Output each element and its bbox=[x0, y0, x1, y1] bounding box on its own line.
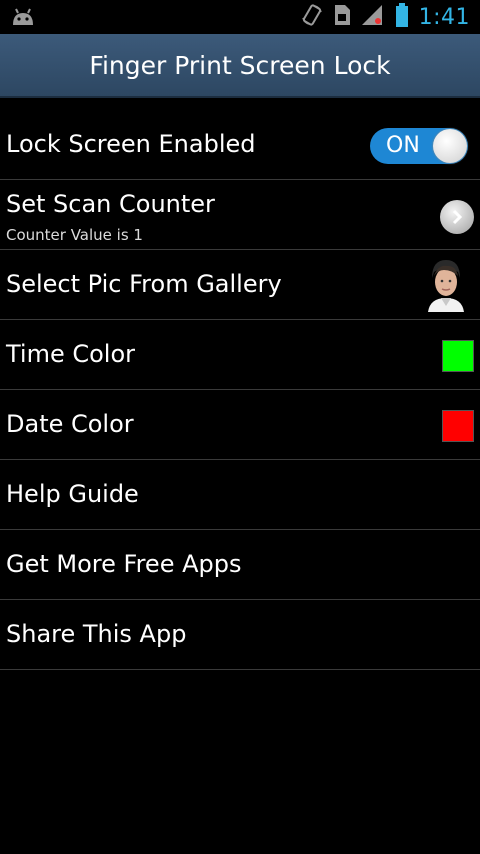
time-color-swatch[interactable] bbox=[442, 340, 474, 372]
status-clock: 1:41 bbox=[418, 4, 470, 30]
lock-screen-toggle[interactable]: ON bbox=[370, 128, 468, 164]
share-app-label: Share This App bbox=[6, 620, 187, 648]
lock-screen-label: Lock Screen Enabled bbox=[6, 130, 256, 158]
date-color-swatch[interactable] bbox=[442, 410, 474, 442]
title-bar: Finger Print Screen Lock bbox=[0, 34, 480, 98]
lock-screen-row[interactable]: Lock Screen Enabled ON bbox=[0, 110, 480, 180]
help-guide-row[interactable]: Help Guide bbox=[0, 460, 480, 530]
rotate-icon bbox=[301, 4, 323, 30]
scan-counter-row[interactable]: Set Scan Counter Counter Value is 1 bbox=[0, 180, 480, 250]
more-apps-row[interactable]: Get More Free Apps bbox=[0, 530, 480, 600]
toggle-knob bbox=[433, 129, 467, 163]
gallery-label: Select Pic From Gallery bbox=[6, 270, 282, 298]
scan-counter-label: Set Scan Counter bbox=[6, 190, 215, 218]
share-app-row[interactable]: Share This App bbox=[0, 600, 480, 670]
date-color-row[interactable]: Date Color bbox=[0, 390, 480, 460]
time-color-label: Time Color bbox=[6, 340, 136, 368]
gallery-row[interactable]: Select Pic From Gallery bbox=[0, 250, 480, 320]
toggle-state-label: ON bbox=[386, 133, 420, 158]
page-title: Finger Print Screen Lock bbox=[89, 50, 391, 80]
settings-list: Lock Screen Enabled ON Set Scan Counter … bbox=[0, 110, 480, 670]
battery-icon bbox=[395, 3, 409, 31]
signal-icon bbox=[361, 4, 385, 30]
avatar bbox=[424, 256, 468, 312]
chevron-right-icon[interactable] bbox=[440, 200, 474, 234]
date-color-label: Date Color bbox=[6, 410, 134, 438]
scan-counter-summary: Counter Value is 1 bbox=[6, 226, 143, 244]
more-apps-label: Get More Free Apps bbox=[6, 550, 242, 578]
help-guide-label: Help Guide bbox=[6, 480, 139, 508]
time-color-row[interactable]: Time Color bbox=[0, 320, 480, 390]
status-bar: 1:41 bbox=[0, 0, 480, 34]
sim-card-icon bbox=[333, 4, 351, 30]
android-debug-icon bbox=[10, 7, 36, 31]
